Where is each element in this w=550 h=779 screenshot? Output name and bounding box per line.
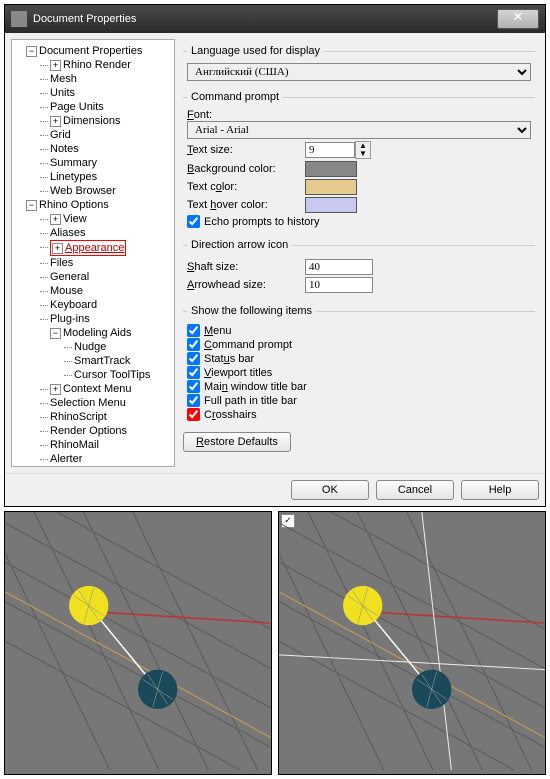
bgcolor-swatch[interactable] — [305, 161, 357, 177]
direction-arrow-group: Direction arrow icon Shaft size: Arrowhe… — [183, 239, 535, 299]
close-button[interactable]: ✕ — [497, 9, 539, 29]
tree-item[interactable]: Notes — [50, 143, 79, 155]
arrow-input[interactable] — [305, 277, 373, 293]
hover-label: Text hover color: — [187, 199, 297, 211]
shaft-input[interactable] — [305, 259, 373, 275]
tree-item[interactable]: General — [50, 271, 89, 283]
font-select[interactable]: Arial - Arial — [187, 121, 531, 139]
expand-icon[interactable]: + — [50, 60, 61, 71]
fullpath-label: Full path in title bar — [204, 395, 297, 407]
mainwin-checkbox[interactable] — [187, 380, 200, 393]
arrow-label: Arrowhead size: — [187, 279, 297, 291]
tree-item[interactable]: Mesh — [50, 73, 77, 85]
cmdprompt-label: Command prompt — [204, 339, 292, 351]
menu-label: Menu — [204, 325, 232, 337]
crosshairs-label: Crosshairs — [204, 409, 257, 421]
tree-item[interactable]: Units — [50, 87, 75, 99]
tree-item[interactable]: RhinoMail — [50, 439, 99, 451]
hovercolor-swatch[interactable] — [305, 197, 357, 213]
expand-icon[interactable]: + — [50, 384, 61, 395]
tree-docprops[interactable]: Document Properties — [39, 45, 142, 57]
echo-checkbox[interactable] — [187, 215, 200, 228]
tree-item[interactable]: Cursor ToolTips — [74, 369, 150, 381]
restore-defaults-button[interactable]: Restore Defaults — [183, 432, 291, 452]
properties-window: Document Properties ✕ −Document Properti… — [4, 4, 546, 507]
cmd-legend: Command prompt — [187, 91, 283, 103]
lang-legend: Language used for display — [187, 45, 324, 57]
tree-item[interactable]: Nudge — [74, 341, 106, 353]
echo-label: Echo prompts to history — [204, 216, 320, 228]
tree-item[interactable]: Mouse — [50, 285, 83, 297]
viewport-left[interactable] — [4, 511, 272, 775]
viewport-label: Viewport titles — [204, 367, 272, 379]
tree-appearance[interactable]: Appearance — [65, 242, 124, 254]
expand-icon[interactable]: + — [52, 243, 63, 254]
tree-item[interactable]: Alerter — [50, 453, 82, 465]
collapse-icon[interactable]: − — [50, 328, 61, 339]
viewport-checkbox[interactable] — [187, 366, 200, 379]
status-checkbox[interactable] — [187, 352, 200, 365]
titlebar: Document Properties ✕ — [5, 5, 545, 33]
tree-modeling[interactable]: Modeling Aids — [63, 327, 132, 339]
tree-item[interactable]: Dimensions — [63, 115, 120, 127]
show-items-group: Show the following items Menu Command pr… — [183, 305, 535, 426]
app-icon — [11, 11, 27, 27]
tree-item[interactable]: Context Menu — [63, 383, 131, 395]
window-title: Document Properties — [33, 13, 136, 25]
help-button[interactable]: Help — [461, 480, 539, 500]
bgcolor-label: Background color: — [187, 163, 297, 175]
settings-panel: Language used for display Английский (СШ… — [179, 39, 539, 467]
tree-item[interactable]: Plug-ins — [50, 313, 90, 325]
collapse-icon[interactable]: − — [26, 46, 37, 57]
options-tree[interactable]: −Document Properties +Rhino RenderMeshUn… — [11, 39, 175, 467]
shaft-label: Shaft size: — [187, 261, 297, 273]
tree-item[interactable]: Grid — [50, 129, 71, 141]
tree-item[interactable]: RhinoScript — [50, 411, 107, 423]
tree-item[interactable]: Page Units — [50, 101, 104, 113]
tree-item[interactable]: Linetypes — [50, 171, 97, 183]
collapse-icon[interactable]: − — [26, 200, 37, 211]
expand-icon[interactable]: + — [50, 214, 61, 225]
fullpath-checkbox[interactable] — [187, 394, 200, 407]
cancel-button[interactable]: Cancel — [376, 480, 454, 500]
command-prompt-group: Command prompt Font: Arial - Arial Text … — [183, 91, 535, 233]
cmdprompt-checkbox[interactable] — [187, 338, 200, 351]
expand-icon[interactable]: + — [50, 116, 61, 127]
status-label: Status bar — [204, 353, 254, 365]
tree-item[interactable]: Web Browser — [50, 185, 116, 197]
tree-item[interactable]: Rhino Render — [63, 59, 131, 71]
tree-item[interactable]: Files — [50, 257, 73, 269]
tree-item[interactable]: Selection Menu — [50, 397, 126, 409]
textcolor-swatch[interactable] — [305, 179, 357, 195]
font-label: F — [187, 109, 194, 121]
tree-item[interactable]: View — [63, 213, 87, 225]
textsize-label: Text size: — [187, 144, 297, 156]
menu-checkbox[interactable] — [187, 324, 200, 337]
tree-item[interactable]: Render Options — [50, 425, 127, 437]
tree-item[interactable]: Summary — [50, 157, 97, 169]
dir-legend: Direction arrow icon — [187, 239, 292, 251]
show-legend: Show the following items — [187, 305, 316, 317]
viewport-row: ✓ — [4, 511, 546, 775]
crosshairs-checkbox[interactable] — [187, 408, 200, 421]
language-group: Language used for display Английский (СШ… — [183, 45, 535, 85]
viewport-right[interactable]: ✓ — [278, 511, 546, 775]
textsize-input[interactable] — [305, 142, 355, 158]
language-select[interactable]: Английский (США) — [187, 63, 531, 81]
tree-item[interactable]: Keyboard — [50, 299, 97, 311]
tree-item[interactable]: SmartTrack — [74, 355, 130, 367]
ok-button[interactable]: OK — [291, 480, 369, 500]
textcolor-label: Text color: — [187, 181, 297, 193]
mainwin-label: Main window title bar — [204, 381, 307, 393]
button-bar: OK Cancel Help — [5, 473, 545, 506]
tree-item[interactable]: Aliases — [50, 227, 85, 239]
spinner[interactable]: ▲▼ — [355, 141, 371, 159]
tree-options[interactable]: Rhino Options — [39, 199, 109, 211]
